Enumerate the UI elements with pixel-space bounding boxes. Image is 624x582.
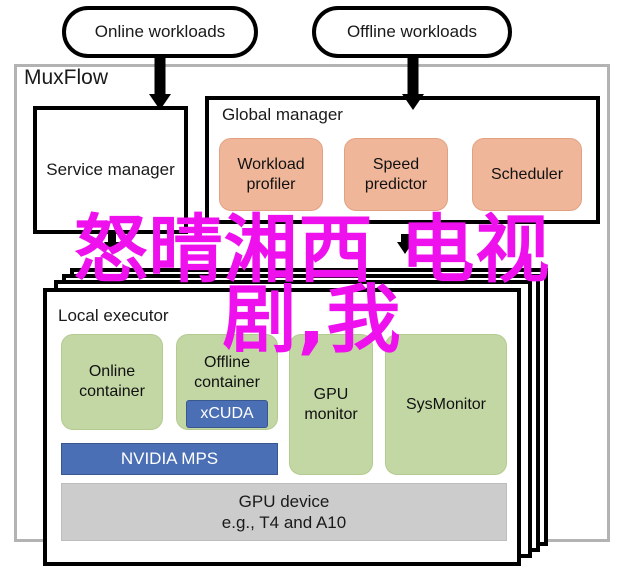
arrow-global-manager-to-local-executor	[393, 234, 417, 254]
sysmonitor-chip: SysMonitor	[385, 334, 507, 475]
arrow-offline-to-global-manager	[398, 58, 428, 110]
nvidia-mps-bar: NVIDIA MPS	[61, 443, 278, 475]
service-manager-label: Service manager	[46, 160, 175, 180]
arrow-service-manager-to-local-executor	[100, 234, 124, 254]
offline-workloads-label: Offline workloads	[346, 22, 478, 41]
speed-predictor-chip: Speed predictor	[344, 138, 448, 211]
online-container-chip: Online container	[61, 334, 163, 430]
local-executor-title: Local executor	[58, 306, 169, 325]
online-workloads-label: Online workloads	[94, 22, 226, 41]
workload-profiler-chip: Workload profiler	[219, 138, 323, 211]
xcuda-badge: xCUDA	[186, 400, 268, 428]
gpu-monitor-chip: GPU monitor	[289, 334, 373, 475]
gpu-device-bar: GPU device e.g., T4 and A10	[61, 483, 507, 541]
diagram-canvas: Online workloads Offline workloads MuxFl…	[0, 0, 624, 582]
scheduler-chip: Scheduler	[472, 138, 582, 211]
offline-workloads-pill: Offline workloads	[312, 6, 512, 58]
online-workloads-pill: Online workloads	[62, 6, 258, 58]
muxflow-title: MuxFlow	[24, 66, 109, 89]
global-manager-title: Global manager	[222, 105, 343, 124]
arrow-online-to-service-manager	[145, 58, 175, 110]
